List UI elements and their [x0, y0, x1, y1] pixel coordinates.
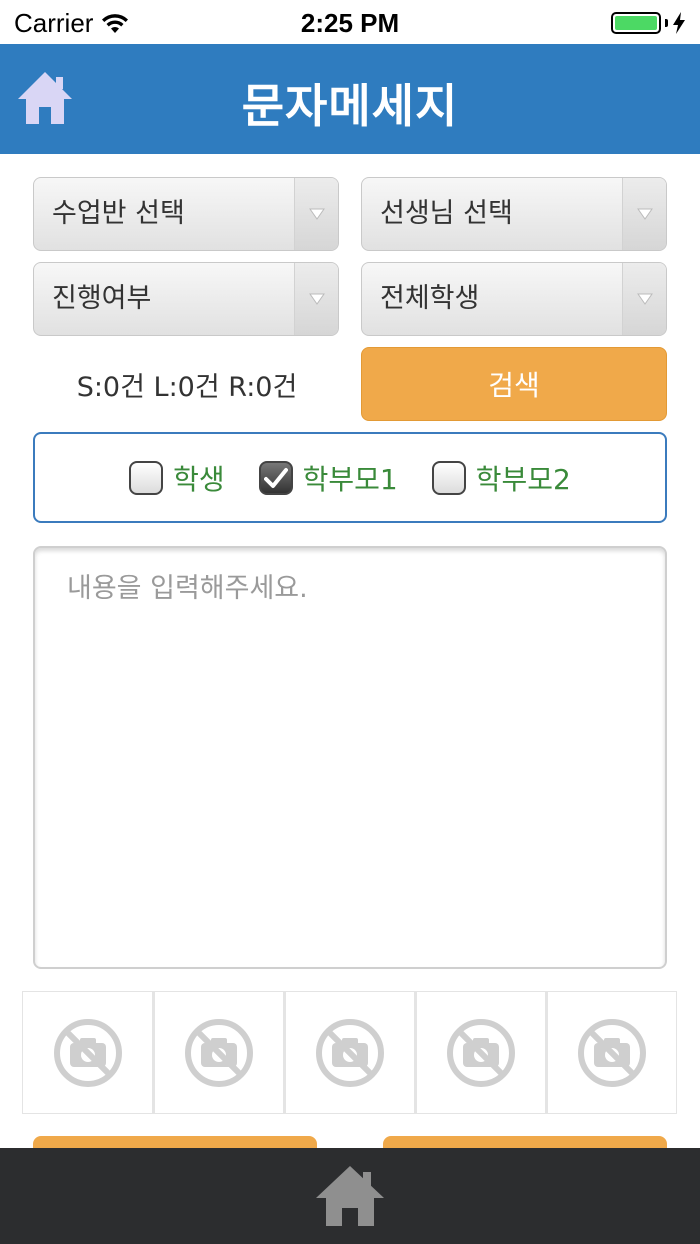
status-time: 2:25 PM [300, 8, 400, 38]
students-select-value: 전체학생 [380, 283, 480, 314]
status-bar: Carrier 2:25 PM [0, 0, 700, 44]
parent2-checkbox-label: 학부모2 [475, 462, 571, 496]
teacher-select-value: 선생님 선택 [380, 198, 513, 229]
progress-select[interactable]: 진행여부 [33, 262, 339, 336]
recipient-parent2-option[interactable]: 학부모2 [431, 458, 571, 498]
student-checkbox-label: 학생 [173, 462, 225, 496]
recipient-parent1-option[interactable]: 학부모1 [258, 458, 398, 498]
bottom-tab-bar [0, 1148, 700, 1244]
photo-slot[interactable] [153, 991, 284, 1114]
app-header: 문자메세지 [0, 44, 700, 154]
recipient-student-option[interactable]: 학생 [129, 458, 225, 498]
chevron-down-icon [622, 263, 666, 335]
class-select[interactable]: 수업반 선택 [33, 177, 339, 251]
message-count-summary: S:0건 L:0건 R:0건 [76, 372, 298, 403]
no-photo-icon [316, 1018, 384, 1087]
chevron-down-icon [294, 263, 338, 335]
recipient-options: 학생 학부모1 학부모2 [33, 432, 667, 523]
class-select-value: 수업반 선택 [52, 198, 185, 229]
photo-attachments [22, 991, 678, 1114]
parent2-checkbox[interactable] [431, 460, 466, 495]
parent1-checkbox[interactable] [258, 460, 293, 495]
checkmark-icon [263, 467, 288, 488]
page-title: 문자메세지 [241, 79, 459, 133]
battery-icon [611, 12, 661, 34]
parent1-checkbox-label: 학부모1 [302, 462, 398, 496]
chevron-down-icon [622, 178, 666, 250]
chevron-down-icon [294, 178, 338, 250]
progress-select-value: 진행여부 [52, 283, 152, 314]
search-button[interactable]: 검색 [361, 347, 667, 421]
home-icon[interactable] [314, 1164, 386, 1228]
no-photo-icon [447, 1018, 515, 1087]
photo-slot[interactable] [284, 991, 415, 1114]
photo-slot[interactable] [415, 991, 546, 1114]
battery-indicator [611, 12, 686, 34]
teacher-select[interactable]: 선생님 선택 [361, 177, 667, 251]
no-photo-icon [53, 1018, 122, 1087]
no-photo-icon [578, 1018, 646, 1087]
photo-slot[interactable] [546, 991, 677, 1114]
photo-slot[interactable] [22, 991, 153, 1114]
message-input[interactable] [33, 546, 667, 969]
charging-bolt-icon [673, 12, 685, 34]
no-photo-icon [185, 1018, 253, 1087]
student-checkbox[interactable] [129, 460, 164, 495]
students-select[interactable]: 전체학생 [361, 262, 667, 336]
search-button-label: 검색 [488, 369, 540, 402]
